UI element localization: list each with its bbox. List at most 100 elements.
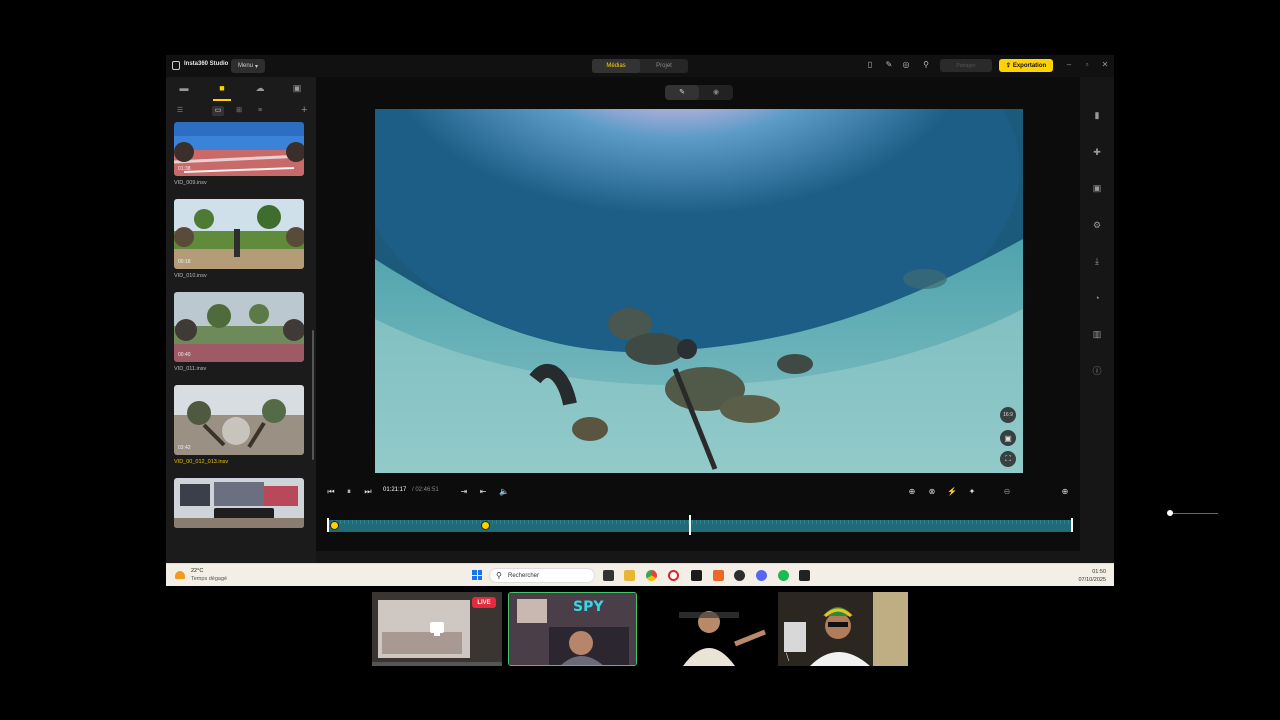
total-time: / 02:46:51	[412, 487, 439, 493]
clip-duration: 00:40	[178, 352, 191, 358]
fullscreen-icon[interactable]: ⛶	[1000, 451, 1016, 467]
download-icon[interactable]: ⤓	[1091, 255, 1103, 267]
camera-view-icon[interactable]: ▮	[1091, 109, 1103, 121]
ai-edit-icon[interactable]: ✦	[967, 486, 977, 497]
app-window: Insta360 Studio Menu ▾ Médias Projet ▯ ✎…	[166, 55, 1218, 565]
weather-sun-icon[interactable]	[175, 571, 185, 579]
task-view-icon[interactable]	[603, 570, 614, 581]
timeline-start-handle[interactable]	[327, 518, 329, 532]
view-switcher: Médias Projet	[592, 59, 688, 73]
svg-text:SPY: SPY	[573, 599, 604, 615]
clip-duration: 00:18	[178, 259, 191, 265]
add-media-icon[interactable]: +	[301, 104, 307, 116]
tab-medias[interactable]: Médias	[592, 59, 640, 73]
trim-end-icon[interactable]: ⇤	[478, 486, 488, 497]
audio-icon[interactable]: ▥	[1091, 328, 1103, 340]
search-placeholder: Rechercher	[508, 572, 540, 579]
stream-camera-3	[643, 592, 773, 666]
windows-start-icon[interactable]	[472, 570, 482, 580]
snapshot-icon[interactable]: ▣	[1000, 430, 1016, 446]
export-button[interactable]: ⇪ Exportation	[999, 59, 1053, 72]
tab-cloud-icon[interactable]: ☁	[253, 82, 267, 94]
clock-date: 07/10/2025	[1078, 577, 1106, 583]
insta360-taskbar-icon[interactable]	[799, 570, 810, 581]
clip-item[interactable]: 00:18 VID_010.insv	[174, 199, 304, 279]
search-icon: ⚲	[496, 571, 502, 580]
clip-thumbnail: 00:40	[174, 292, 304, 362]
underwater-360-frame	[375, 109, 1023, 473]
book-icon[interactable]: ▯	[865, 60, 875, 70]
terminal-icon[interactable]	[691, 570, 702, 581]
smart-track-icon[interactable]: ⊗	[927, 486, 937, 497]
system-clock[interactable]: 01:50 07/10/2025	[1078, 568, 1106, 584]
flash-icon[interactable]: ⚡	[947, 486, 957, 497]
obs-icon[interactable]	[734, 570, 745, 581]
discord-icon[interactable]	[756, 570, 767, 581]
support-icon[interactable]: ◎	[901, 60, 911, 70]
preview-eye-icon[interactable]: ◉	[699, 85, 733, 100]
clip-name: VID_010.insv	[174, 273, 207, 279]
export-label: Exportation	[1012, 62, 1047, 69]
media-sidebar: ▬ ■ ☁ ▣ ☰ ▭ ⊞ ≡ + 01:38 VID_009.insv 00:…	[166, 77, 316, 565]
spotify-icon[interactable]	[778, 570, 789, 581]
title-bar: Insta360 Studio Menu ▾ Médias Projet ▯ ✎…	[166, 55, 1114, 77]
tab-local-files-icon[interactable]: ■	[215, 82, 229, 94]
clip-item[interactable]: 01:38 VID_009.insv	[174, 122, 304, 186]
sidebar-scrollbar[interactable]	[312, 330, 314, 460]
playhead[interactable]	[689, 515, 692, 535]
pause-icon[interactable]: ⏸	[344, 486, 354, 497]
plugin-icon[interactable]: ✚	[1091, 146, 1103, 158]
screenshot-icon[interactable]: ▣	[1091, 182, 1103, 194]
volume-icon[interactable]: 🔈	[499, 486, 509, 497]
info-icon[interactable]: ⓘ	[1091, 365, 1103, 377]
current-time: 01:21:17	[383, 487, 407, 493]
clip-item[interactable]	[174, 478, 304, 528]
user-icon[interactable]: ⚲	[921, 60, 931, 70]
clip-item[interactable]: 00:40 VID_011.insv	[174, 292, 304, 372]
opera-icon[interactable]	[668, 570, 679, 581]
weather-temperature[interactable]: 22°C	[191, 568, 203, 574]
zoom-in-icon[interactable]: ⊕	[1060, 486, 1070, 497]
speed-icon[interactable]: ◔	[1091, 292, 1103, 304]
list-view-icon[interactable]: ≡	[254, 106, 266, 116]
minimize-icon[interactable]: –	[1064, 60, 1074, 70]
taskbar-search[interactable]: ⚲ Rechercher	[489, 568, 595, 583]
add-keyframe-icon[interactable]: ⊕	[907, 486, 917, 497]
filter-icon[interactable]: ☰	[174, 106, 186, 116]
tab-projet[interactable]: Projet	[640, 59, 688, 73]
small-grid-view-icon[interactable]: ⊞	[233, 106, 245, 116]
close-icon[interactable]: ✕	[1100, 60, 1110, 70]
previous-icon[interactable]: ⏮	[326, 486, 336, 497]
tab-camera-icon[interactable]: ▬	[177, 82, 191, 94]
chrome-icon[interactable]	[646, 570, 657, 581]
timeline[interactable]	[327, 515, 1073, 535]
large-grid-view-icon[interactable]: ▭	[212, 106, 224, 116]
clip-name: VID_009.insv	[174, 180, 207, 186]
stream-camera-2: SPY	[508, 592, 637, 666]
zoom-slider-track[interactable]	[1172, 513, 1218, 514]
tab-album-icon[interactable]: ▣	[290, 82, 304, 94]
next-icon[interactable]: ⏭	[363, 486, 373, 497]
timeline-end-handle[interactable]	[1071, 518, 1073, 532]
video-player[interactable]: 16:9 ▣ ⛶	[375, 109, 1023, 473]
app-logo-icon	[172, 61, 180, 70]
file-explorer-icon[interactable]	[624, 570, 635, 581]
weather-description[interactable]: Temps dégagé	[191, 576, 227, 582]
aspect-ratio-button[interactable]: 16:9	[1000, 407, 1016, 423]
edit-mode-icon[interactable]: ✎	[665, 85, 699, 100]
zoom-out-icon[interactable]: ⊖	[1002, 486, 1012, 497]
app-a-icon[interactable]	[713, 570, 724, 581]
zoom-slider-handle[interactable]	[1167, 510, 1173, 516]
preview-mode-toggle: ✎ ◉	[665, 85, 733, 100]
share-button[interactable]: Partager	[940, 59, 992, 72]
clip-thumbnail: 03:42	[174, 385, 304, 455]
menu-button[interactable]: Menu ▾	[231, 59, 265, 73]
adjust-icon[interactable]: ⚙	[1091, 219, 1103, 231]
edit-icon[interactable]: ✎	[884, 60, 894, 70]
maximize-icon[interactable]: ▫	[1082, 60, 1092, 70]
clip-thumbnail: 00:18	[174, 199, 304, 269]
trim-start-icon[interactable]: ⇥	[459, 486, 469, 497]
active-tab-indicator	[213, 99, 231, 101]
clip-item-selected[interactable]: 03:42 VID_00_012_013.insv	[174, 385, 304, 465]
clip-thumbnail: 01:38	[174, 122, 304, 176]
